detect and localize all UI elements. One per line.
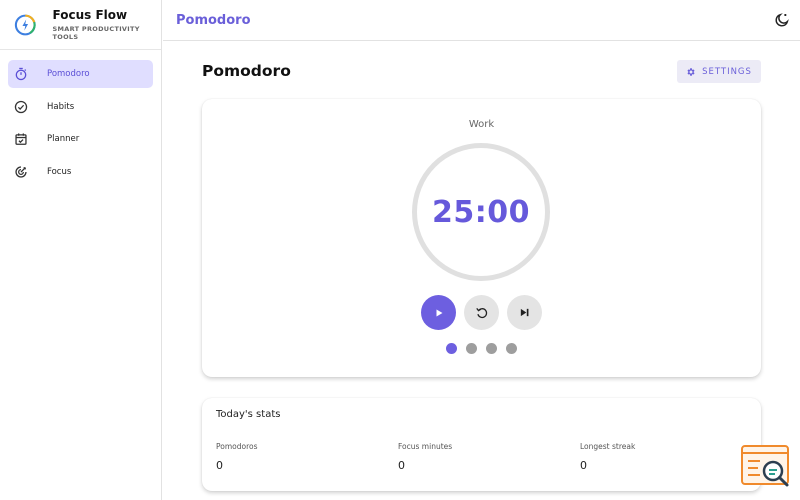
session-dots [202,343,761,354]
sidebar-item-pomodoro[interactable]: Pomodoro [8,60,153,88]
top-bar: Pomodoro [163,0,800,41]
stat-label: Pomodoros [216,442,258,451]
sidebar-item-label: Habits [47,101,75,112]
sidebar-nav: Pomodoro Habits Planner Focus [0,50,161,186]
session-dot [466,343,477,354]
sidebar-item-habits[interactable]: Habits [8,93,153,121]
code-search-icon [741,445,789,487]
app-name: Focus Flow [52,8,128,22]
timer-ring: 25:00 [412,143,550,281]
session-dot [446,343,457,354]
top-bar-title: Pomodoro [176,12,251,28]
timer-mode-label: Work [468,119,495,130]
stat-value: 0 [216,459,223,472]
skip-button[interactable] [507,295,542,330]
timer-icon [14,67,28,81]
session-dot [506,343,517,354]
app-tagline: SMART PRODUCTIVITY TOOLS [52,25,140,41]
stat-longest-streak: Longest streak 0 [580,442,635,472]
target-icon [14,165,28,179]
sidebar: Focus Flow SMART PRODUCTIVITY TOOLS Pomo… [0,0,162,500]
stat-label: Focus minutes [398,442,453,451]
play-button[interactable] [421,295,456,330]
app-logo-icon [14,14,36,35]
stat-value: 0 [398,459,405,472]
inspector-widget-button[interactable] [740,444,792,492]
session-dot [486,343,497,354]
sidebar-item-label: Planner [47,134,80,144]
moon-icon[interactable] [774,12,790,28]
sidebar-item-planner[interactable]: Planner [8,125,153,153]
skip-next-icon [520,308,529,317]
page-title: Pomodoro [202,62,291,80]
timer-card: Work 25:00 [202,99,761,377]
calendar-check-icon [14,132,28,146]
reset-icon [475,307,487,318]
sidebar-item-focus[interactable]: Focus [8,158,153,186]
stat-value: 0 [580,459,587,472]
timer-controls [202,295,761,330]
settings-button[interactable]: SETTINGS [677,60,761,83]
check-circle-icon [14,100,28,114]
settings-label: SETTINGS [702,66,752,77]
stat-focus-minutes: Focus minutes 0 [398,442,452,472]
reset-button[interactable] [464,295,499,330]
stats-title: Today's stats [216,409,281,420]
brand: Focus Flow SMART PRODUCTIVITY TOOLS [0,0,161,50]
sidebar-item-label: Focus [47,166,72,177]
stat-pomodoros: Pomodoros 0 [216,442,258,472]
stats-card: Today's stats Pomodoros 0 Focus minutes … [202,398,761,491]
sidebar-item-label: Pomodoro [47,69,90,79]
play-icon [436,309,442,316]
gear-icon [687,67,695,76]
timer-display: 25:00 [432,194,530,230]
stat-label: Longest streak [580,442,636,451]
